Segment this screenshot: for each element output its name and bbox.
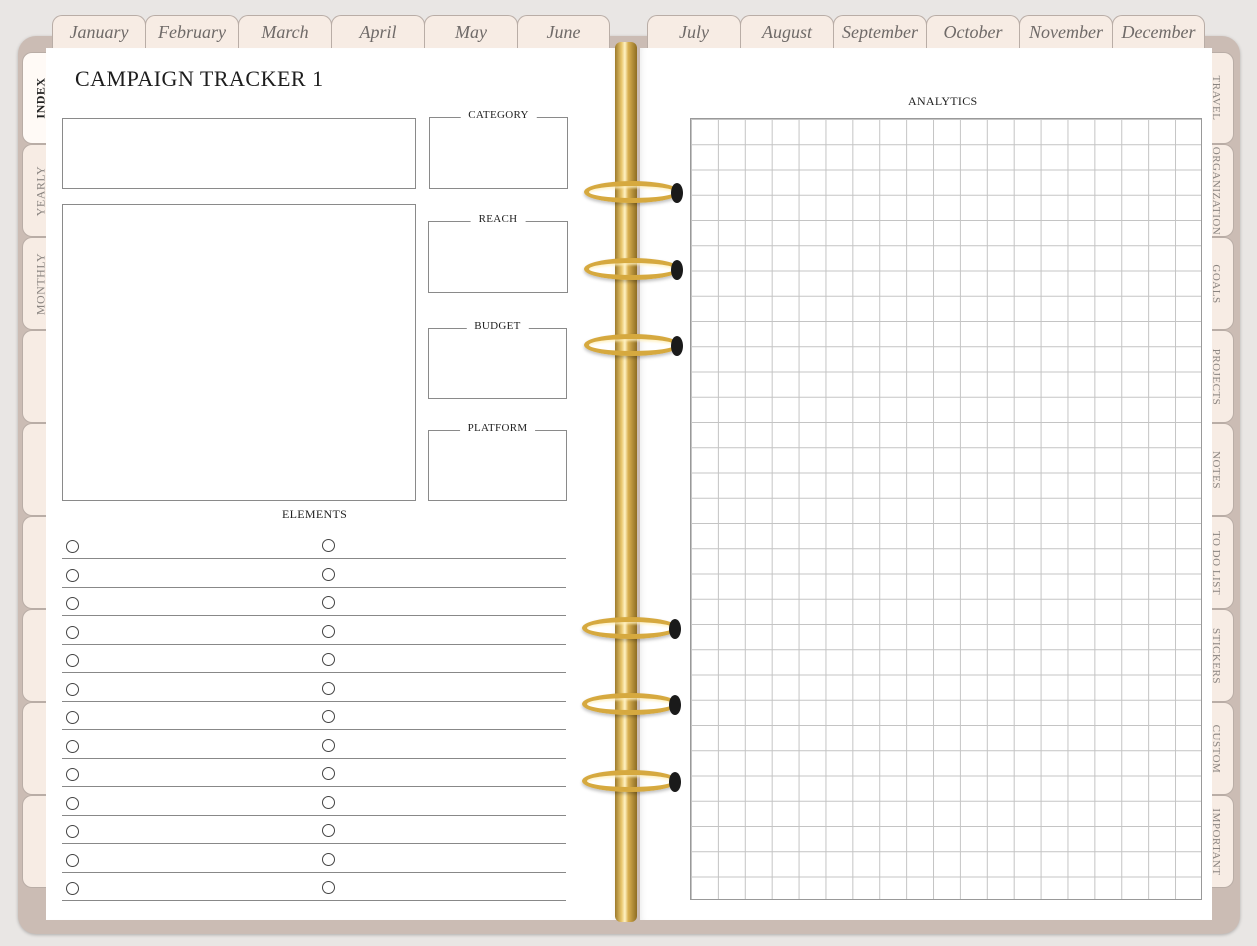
budget-label: BUDGET [466,320,529,332]
reach-label: REACH [470,213,526,225]
analytics-grid[interactable] [690,118,1202,900]
element-checkbox[interactable] [66,682,79,696]
page-title: CAMPAIGN TRACKER 1 [75,66,324,91]
element-checkbox[interactable] [322,738,335,752]
ring-hole [671,336,683,356]
element-checkbox[interactable] [66,825,79,838]
element-checkbox[interactable] [66,540,79,553]
analytics-heading: ANALYTICS [908,94,978,108]
element-line[interactable] [62,900,566,901]
ring-hole [669,619,681,639]
element-checkbox[interactable] [322,596,335,609]
element-checkbox[interactable] [66,882,79,895]
binder-ring [584,258,680,280]
element-line[interactable] [62,729,566,730]
element-checkbox[interactable] [66,739,79,753]
platform-field[interactable]: PLATFORM [428,422,567,501]
element-line[interactable] [62,757,566,759]
element-checkbox[interactable] [322,624,335,638]
element-checkbox[interactable] [322,795,335,809]
reach-field[interactable]: REACH [428,213,568,293]
element-line[interactable] [62,672,566,673]
platform-label: PLATFORM [459,422,536,434]
element-line[interactable] [62,786,566,787]
element-line[interactable] [62,700,566,702]
ring-hole [669,772,681,792]
element-checkbox[interactable] [322,681,335,695]
binder-ring [582,617,678,639]
binder-ring [582,770,678,792]
budget-field[interactable]: BUDGET [428,320,567,399]
element-line[interactable] [62,814,566,816]
element-line[interactable] [62,871,566,873]
ring-hole [671,260,683,280]
category-field[interactable]: CATEGORY [429,109,568,189]
element-checkbox[interactable] [322,824,335,837]
element-checkbox[interactable] [322,539,335,552]
element-checkbox[interactable] [322,710,335,723]
binder-ring [584,334,680,356]
element-checkbox[interactable] [322,567,335,581]
element-checkbox[interactable] [66,654,79,667]
element-line[interactable] [62,558,566,559]
element-checkbox[interactable] [66,568,79,582]
campaign-notes-area[interactable] [62,204,416,501]
elements-heading: ELEMENTS [282,507,348,521]
element-line[interactable] [62,615,566,616]
element-checkbox[interactable] [66,768,79,781]
element-checkbox[interactable] [66,625,79,639]
category-label: CATEGORY [460,109,537,121]
element-line[interactable] [62,643,566,645]
element-checkbox[interactable] [66,597,79,610]
element-checkbox[interactable] [66,711,79,724]
element-line[interactable] [62,586,566,588]
ring-hole [671,183,683,203]
campaign-name-field[interactable] [62,118,416,189]
element-checkbox[interactable] [66,853,79,867]
ring-hole [669,695,681,715]
element-checkbox[interactable] [322,852,335,866]
element-checkbox[interactable] [322,653,335,666]
element-checkbox[interactable] [322,767,335,780]
element-checkbox[interactable] [322,881,335,894]
binder-ring [584,181,680,203]
binder-ring [582,693,678,715]
element-line[interactable] [62,843,566,844]
element-checkbox[interactable] [66,796,79,810]
